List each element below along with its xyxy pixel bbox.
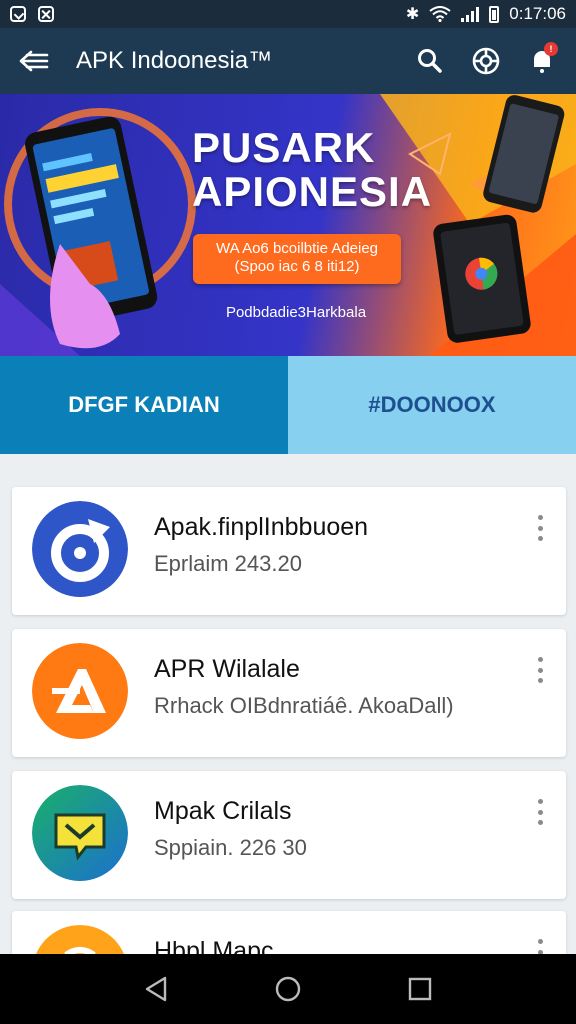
search-button[interactable] [402,28,458,94]
banner-cta[interactable]: WA Ao6 bcoilbtie Adeieg (Spoo iac 6 8 it… [193,234,401,284]
home-circle-icon [275,976,301,1002]
app-name: APR Wilalale [154,655,300,683]
app-name: Apak.finplInbbuoen [154,513,369,541]
promo-banner[interactable]: PUSARK APIONESIA WA Ao6 bcoilbtie Adeieg… [0,94,576,356]
tab-first[interactable]: DFGF KADIAN [0,356,288,454]
list-item[interactable]: Mpak Crilals Sppiain. 226 30 [12,771,566,899]
wifi-icon [429,6,451,22]
settings-button[interactable] [458,28,514,94]
notification-app-icon [10,6,26,22]
banner-title: PUSARK APIONESIA [192,126,432,214]
settings-icon [472,47,500,75]
more-options-icon[interactable] [528,795,552,829]
signal-icon [461,6,480,22]
system-nav-bar [0,954,576,1024]
app-meta: Sppiain. 226 30 [154,835,307,860]
back-triangle-icon [145,976,167,1002]
banner-cta-line-1: WA Ao6 bcoilbtie Adeieg [215,240,379,257]
app-bar: APK Indoonesia™ ! [0,28,576,94]
banner-title-line-1: PUSARK [192,124,376,171]
tab-second[interactable]: #DOONOOX [288,356,576,454]
app-meta: Rrhack OIBdnratiáê. AkoaDall) [154,693,454,718]
screen: ✱ 0:17:06 APK Indoonesia™ ! PUSARK APION… [0,0,576,1024]
list-item[interactable]: Apak.finplInbbuoen Eprlaim 243.20 [12,487,566,615]
letter-a-icon [32,643,128,739]
notification-button[interactable]: ! [514,28,570,94]
nav-recents-button[interactable] [390,959,450,1019]
more-options-icon[interactable] [528,653,552,687]
nav-home-button[interactable] [258,959,318,1019]
banner-cta-line-2: (Spoo iac 6 8 iti12) [234,258,360,275]
banner-subtitle: Podbdadie3Harkbala [225,304,367,321]
status-bar: ✱ 0:17:06 [0,0,576,28]
compass-icon [32,501,128,597]
more-options-icon[interactable] [528,511,552,545]
app-title: APK Indoonesia™ [76,47,273,74]
chat-icon [32,785,128,881]
battery-icon [489,5,500,23]
app-name: Mpak Crilals [154,797,292,825]
back-button[interactable] [0,28,68,94]
notification-badge: ! [544,42,558,56]
category-tabs: DFGF KADIAN #DOONOOX [0,356,576,454]
nav-back-button[interactable] [126,959,186,1019]
banner-title-line-2: APIONESIA [192,168,433,215]
arrow-left-icon [19,50,49,72]
bluetooth-icon: ✱ [405,6,420,23]
search-icon [418,49,442,73]
app-meta: Eprlaim 243.20 [154,551,302,576]
recents-square-icon [408,977,432,1001]
notification-x-icon [38,6,54,22]
status-time: 0:17:06 [509,4,566,23]
list-item[interactable]: APR Wilalale Rrhack OIBdnratiáê. AkoaDal… [12,629,566,757]
